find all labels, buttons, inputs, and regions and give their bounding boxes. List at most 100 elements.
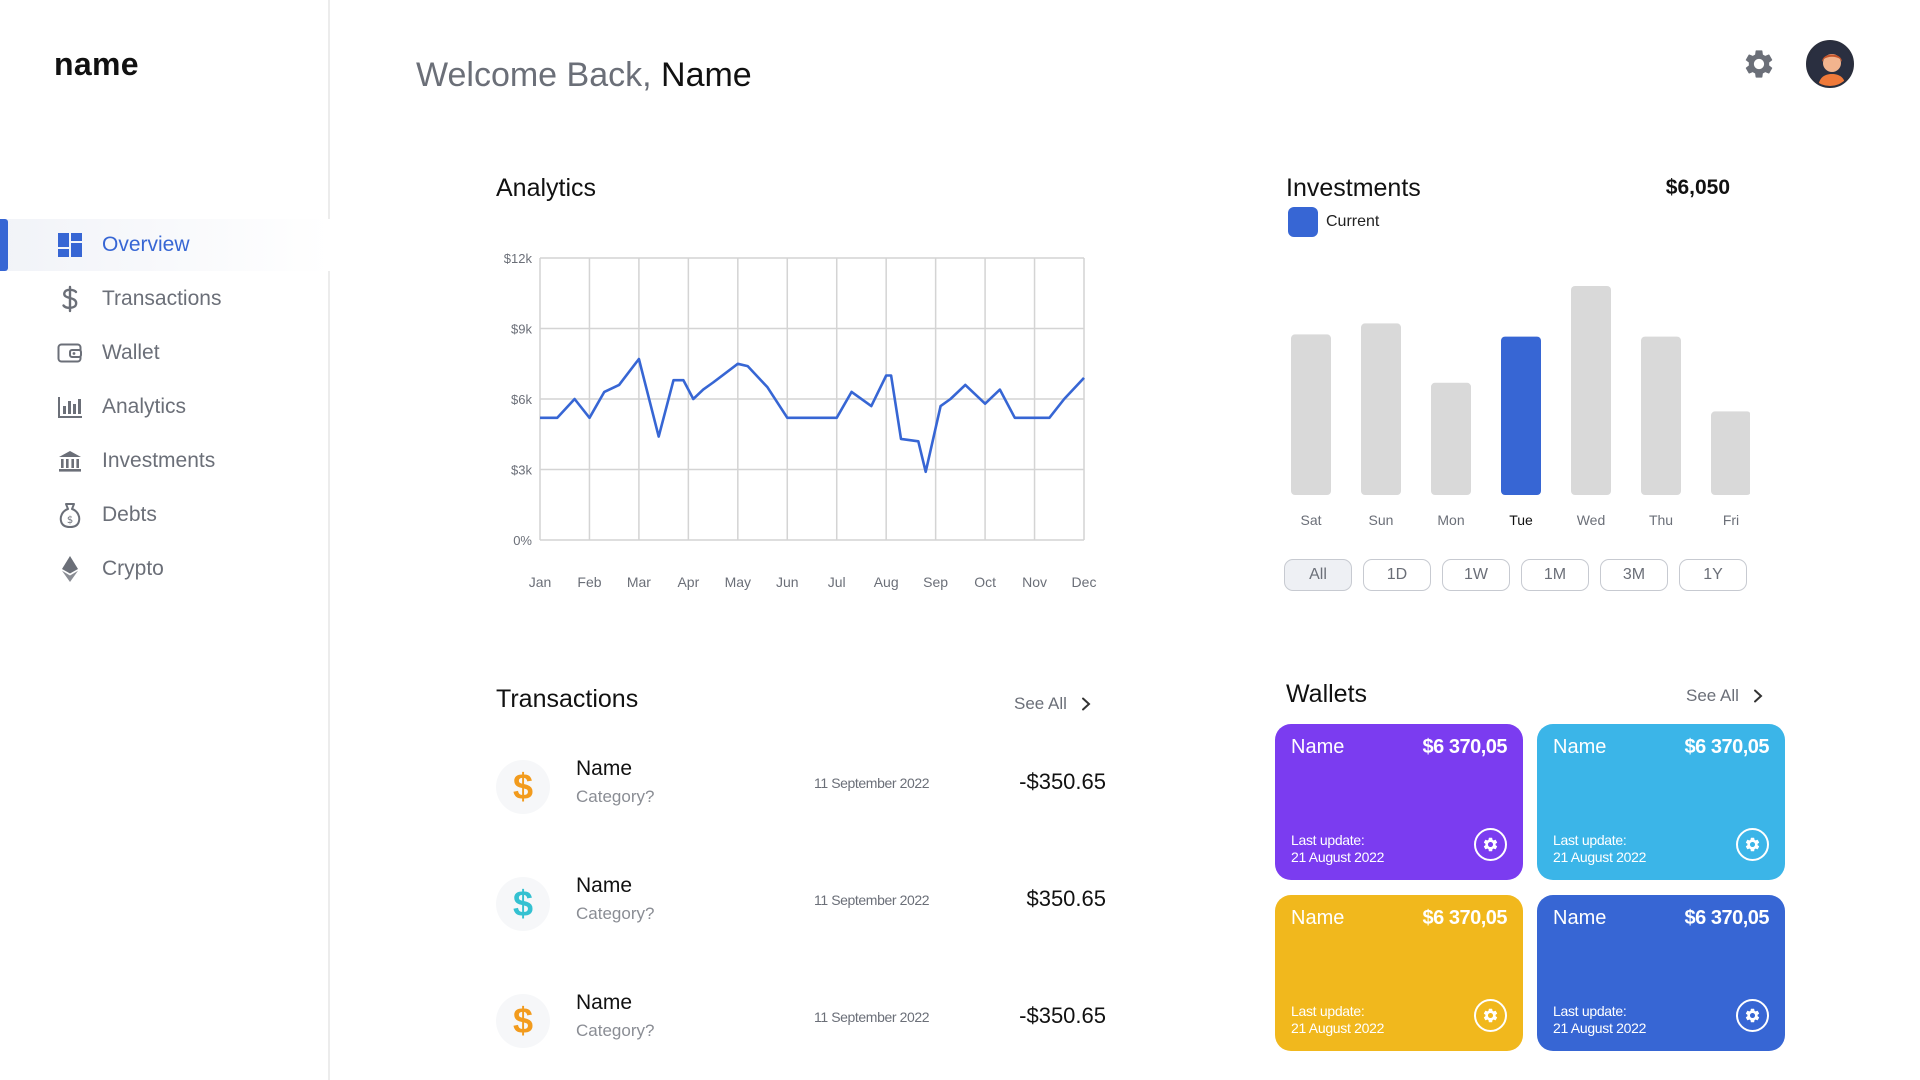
- chevron-right-icon: [1753, 689, 1763, 703]
- wallet-card[interactable]: Name $6 370,05 Last update: 21 August 20…: [1537, 895, 1785, 1051]
- user-avatar[interactable]: [1806, 40, 1854, 88]
- wallet-name: Name: [1553, 907, 1607, 929]
- wallet-settings-button[interactable]: [1736, 828, 1769, 861]
- wallet-settings-button[interactable]: [1474, 828, 1507, 861]
- ethereum-icon: [56, 555, 84, 583]
- sidebar-item-label: Wallet: [102, 341, 160, 364]
- transaction-category: Category?: [576, 787, 655, 806]
- transaction-name: Name: [576, 874, 633, 897]
- transactions-title: Transactions: [496, 685, 639, 713]
- wallet-card[interactable]: Name $6 370,05 Last update: 21 August 20…: [1275, 724, 1523, 880]
- chart-legend: Current: [1288, 207, 1379, 237]
- settings-button[interactable]: [1742, 47, 1776, 81]
- bar-sun: [1361, 323, 1401, 495]
- money-bag-icon: $: [56, 501, 84, 529]
- wallets-see-all-link[interactable]: See All: [1686, 686, 1763, 706]
- wallet-last-update: Last update: 21 August 2022: [1291, 832, 1384, 866]
- wallet-card[interactable]: Name $6 370,05 Last update: 21 August 20…: [1537, 724, 1785, 880]
- wallet-last-update: Last update: 21 August 2022: [1291, 1003, 1384, 1037]
- transaction-amount: -$350.65: [1019, 1003, 1106, 1028]
- x-tick-label: Jan: [529, 574, 552, 590]
- dashboard-icon: [56, 231, 84, 259]
- x-tick-label: Jul: [828, 574, 846, 590]
- range-button-3m[interactable]: 3M: [1600, 559, 1668, 591]
- range-button-all[interactable]: All: [1284, 559, 1352, 591]
- wallet-icon: [56, 339, 84, 367]
- sidebar-item-wallet[interactable]: Wallet: [0, 327, 330, 379]
- last-update-label: Last update:: [1291, 1003, 1365, 1019]
- sidebar: name Overview Transactions Wallet Analyt…: [0, 0, 330, 1080]
- wallet-balance: $6 370,05: [1422, 907, 1508, 929]
- investments-bar-chart: Sat Sun Mon Tue Wed Thu Fri: [1291, 286, 1750, 528]
- x-tick-label: May: [725, 574, 751, 590]
- user-name: Name: [661, 56, 752, 94]
- transaction-name: Name: [576, 991, 633, 1014]
- y-tick-label: $3k: [511, 463, 532, 478]
- transaction-date: 11 September 2022: [814, 775, 930, 791]
- last-update-date: 21 August 2022: [1291, 1020, 1385, 1036]
- dollar-icon: $: [496, 877, 550, 931]
- x-tick-label: Jun: [776, 574, 799, 590]
- bar-thu: [1641, 336, 1681, 495]
- x-tick-label: Wed: [1577, 512, 1606, 528]
- x-tick-label: Aug: [874, 574, 899, 590]
- x-tick-label: Mar: [627, 574, 651, 590]
- wallet-card[interactable]: Name $6 370,05 Last update: 21 August 20…: [1275, 895, 1523, 1051]
- bar-tue: [1501, 336, 1541, 495]
- bar-mon: [1431, 382, 1471, 495]
- sidebar-item-crypto[interactable]: Crypto: [0, 543, 330, 595]
- welcome-text: Welcome Back,: [416, 56, 652, 94]
- x-tick-label: Fri: [1723, 512, 1739, 528]
- sidebar-item-overview[interactable]: Overview: [0, 219, 330, 271]
- transaction-row[interactable]: $ Name Category? 11 September 2022 -$350…: [496, 989, 1106, 1053]
- wallets-title: Wallets: [1286, 680, 1368, 708]
- dollar-icon: [56, 285, 84, 313]
- gear-icon: [1483, 1008, 1498, 1023]
- range-button-1d[interactable]: 1D: [1363, 559, 1431, 591]
- bar-sat: [1291, 334, 1331, 495]
- sidebar-item-analytics[interactable]: Analytics: [0, 381, 330, 433]
- analytics-line-chart: $12k $9k $6k $3k 0% Jan Feb Mar Apr May Jun Jul Aug S…: [504, 251, 1097, 590]
- last-update-label: Last update:: [1553, 1003, 1627, 1019]
- sidebar-item-debts[interactable]: $ Debts: [0, 489, 330, 541]
- transaction-name: Name: [576, 757, 633, 780]
- transactions-see-all-link[interactable]: See All: [1014, 694, 1091, 714]
- range-button-1w[interactable]: 1W: [1442, 559, 1510, 591]
- sidebar-item-investments[interactable]: Investments: [0, 435, 330, 487]
- wallet-settings-button[interactable]: [1736, 999, 1769, 1032]
- transaction-date: 11 September 2022: [814, 1009, 930, 1025]
- x-tick-label: Dec: [1072, 574, 1097, 590]
- see-all-label: See All: [1014, 694, 1067, 713]
- sidebar-item-label: Debts: [102, 503, 157, 526]
- x-tick-label: Feb: [577, 574, 601, 590]
- investments-title: Investments: [1286, 174, 1421, 202]
- sidebar-item-label: Crypto: [102, 557, 164, 580]
- transaction-amount: -$350.65: [1019, 769, 1106, 794]
- y-tick-label: $9k: [511, 322, 532, 337]
- bar-chart-icon: [56, 393, 84, 421]
- y-tick-label: $6k: [511, 392, 532, 407]
- wallet-balance: $6 370,05: [1684, 907, 1770, 929]
- investments-total: $6,050: [1665, 176, 1730, 199]
- range-button-1m[interactable]: 1M: [1521, 559, 1589, 591]
- range-button-1y[interactable]: 1Y: [1679, 559, 1747, 591]
- gear-icon: [1745, 50, 1773, 78]
- wallet-name: Name: [1553, 736, 1607, 758]
- x-tick-label: Nov: [1022, 574, 1047, 590]
- last-update-date: 21 August 2022: [1291, 849, 1385, 865]
- x-tick-label: Sep: [923, 574, 948, 590]
- wallet-settings-button[interactable]: [1474, 999, 1507, 1032]
- legend-swatch: [1288, 207, 1318, 237]
- sidebar-item-transactions[interactable]: Transactions: [0, 273, 330, 325]
- user-avatar-icon: [1808, 42, 1852, 86]
- wallet-name: Name: [1291, 907, 1345, 929]
- wallet-balance: $6 370,05: [1422, 736, 1508, 758]
- transaction-row[interactable]: $ Name Category? 11 September 2022 $350.…: [496, 872, 1106, 936]
- x-tick-label: Thu: [1649, 512, 1673, 528]
- gear-icon: [1745, 1008, 1760, 1023]
- transaction-date: 11 September 2022: [814, 892, 930, 908]
- transaction-row[interactable]: $ Name Category? 11 September 2022 -$350…: [496, 755, 1106, 819]
- transaction-category: Category?: [576, 1021, 655, 1040]
- bar-wed: [1571, 286, 1611, 495]
- wallet-name: Name: [1291, 736, 1345, 758]
